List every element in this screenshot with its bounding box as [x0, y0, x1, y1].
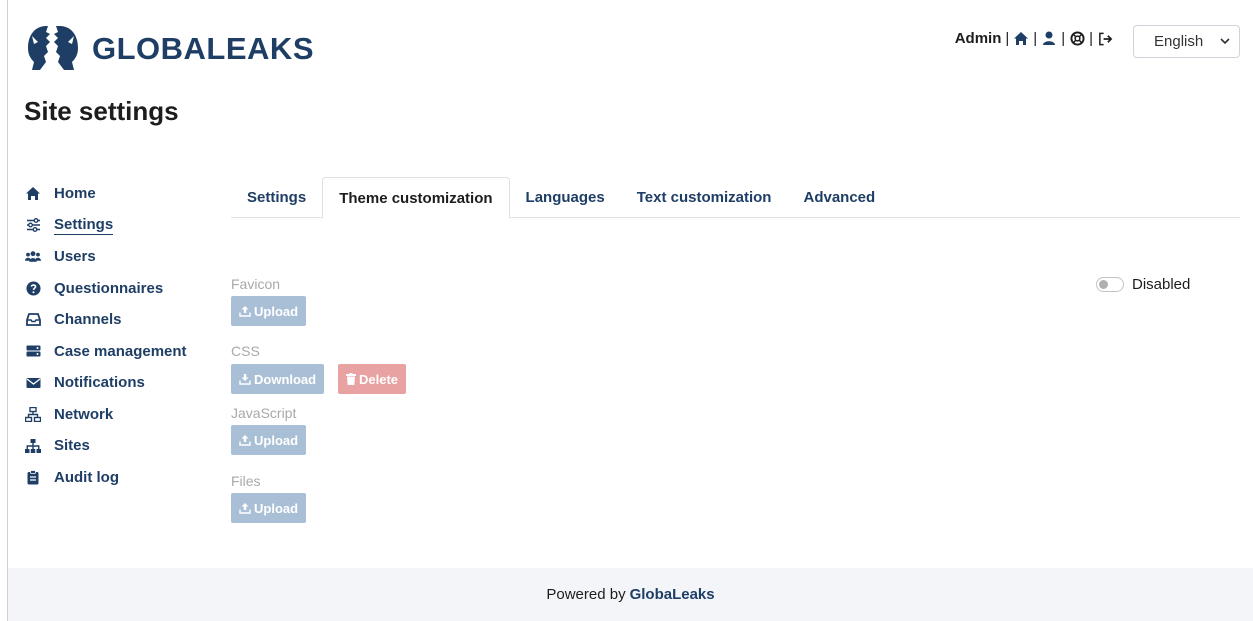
sitemap-icon [25, 438, 41, 454]
globaleaks-faces-logo [28, 26, 78, 70]
favicon-label: Favicon [231, 276, 281, 292]
upload-icon [239, 503, 251, 514]
upload-icon [239, 435, 251, 446]
home-icon [25, 186, 41, 202]
javascript-label: JavaScript [231, 405, 297, 421]
css-delete-button[interactable]: Delete [338, 364, 407, 394]
separator: | [1033, 30, 1038, 47]
sidebar-item-users[interactable]: Users [25, 241, 215, 273]
sidebar-item-label: Settings [54, 215, 114, 235]
sidebar-item-label: Case management [54, 342, 187, 360]
sidebar-item-settings[interactable]: Settings [25, 210, 215, 242]
page-footer: Powered by GlobaLeaks [8, 568, 1253, 621]
sidebar-item-label: Users [54, 248, 96, 266]
upload-label: Upload [254, 303, 299, 319]
files-label: Files [231, 473, 261, 489]
lifebuoy-icon[interactable] [1069, 31, 1085, 47]
upload-icon [239, 306, 251, 317]
sidebar-item-label: Sites [54, 437, 90, 455]
envelope-icon [25, 375, 41, 391]
sidebar-item-label: Questionnaires [54, 279, 164, 297]
toggle-knob [1099, 280, 1108, 289]
sidebar-item-home[interactable]: Home [25, 178, 215, 210]
tab-theme-customization[interactable]: Theme customization [322, 177, 510, 219]
toggle-switch[interactable] [1096, 277, 1124, 292]
footer-prefix: Powered by [546, 586, 626, 603]
toggle-label: Disabled [1132, 276, 1191, 293]
sidebar-item-audit-log[interactable]: Audit log [25, 462, 215, 494]
upload-label: Upload [254, 432, 299, 448]
user-icon[interactable] [1041, 31, 1057, 47]
language-selected: English [1154, 33, 1204, 50]
footer-brand-link[interactable]: GlobaLeaks [630, 586, 715, 603]
sidebar-item-case-management[interactable]: Case management [25, 336, 215, 368]
network-icon [25, 406, 41, 422]
sidebar-item-sites[interactable]: Sites [25, 430, 215, 462]
sidebar-item-channels[interactable]: Channels [25, 304, 215, 336]
user-name: Admin [954, 30, 1002, 47]
tab-text-customization[interactable]: Text customization [621, 177, 788, 218]
sidebar-item-label: Channels [54, 311, 122, 329]
logout-icon[interactable] [1097, 31, 1113, 47]
separator: | [1005, 30, 1010, 47]
tab-settings[interactable]: Settings [231, 177, 322, 218]
download-label: Download [254, 371, 317, 387]
sliders-icon [25, 217, 41, 233]
sidebar-item-label: Audit log [54, 468, 119, 486]
storage-icon [25, 343, 41, 359]
delete-label: Delete [359, 371, 399, 387]
trash-icon [346, 373, 356, 385]
css-label: CSS [231, 343, 260, 359]
files-upload-button[interactable]: Upload [231, 493, 307, 523]
sidebar-item-label: Network [54, 405, 114, 423]
window-edge [7, 0, 8, 621]
page-title: Site settings [24, 96, 179, 126]
css-download-button[interactable]: Download [231, 364, 325, 394]
users-icon [25, 249, 41, 265]
sidebar-item-notifications[interactable]: Notifications [25, 367, 215, 399]
separator: | [1061, 30, 1066, 47]
brand-logo[interactable]: GLOBALEAKS [24, 22, 314, 74]
inbox-icon [25, 312, 41, 328]
brand-name: GLOBALEAKS [92, 30, 314, 66]
sidebar-item-label: Home [54, 185, 96, 203]
sidebar-item-network[interactable]: Network [25, 399, 215, 431]
home-icon[interactable] [1013, 31, 1029, 47]
separator: | [1089, 30, 1093, 47]
theme-enable-toggle[interactable]: Disabled [1096, 276, 1190, 293]
sidebar-item-label: Notifications [54, 374, 145, 392]
question-circle-icon [25, 280, 41, 296]
chevron-down-icon [1220, 38, 1230, 45]
sidebar-nav: Home Settings Users Questionnaires Chann… [25, 178, 215, 493]
language-select[interactable]: English [1133, 25, 1240, 58]
tab-languages[interactable]: Languages [510, 177, 621, 218]
download-icon [239, 374, 251, 385]
clipboard-icon [25, 469, 41, 485]
favicon-upload-button[interactable]: Upload [231, 296, 307, 326]
sidebar-item-questionnaires[interactable]: Questionnaires [25, 273, 215, 305]
upload-label: Upload [254, 500, 299, 516]
tab-advanced[interactable]: Advanced [787, 177, 891, 218]
user-toolbar: Admin | | | | [955, 30, 1113, 47]
settings-tabs: Settings Theme customization Languages T… [231, 177, 1240, 219]
javascript-upload-button[interactable]: Upload [231, 425, 307, 455]
